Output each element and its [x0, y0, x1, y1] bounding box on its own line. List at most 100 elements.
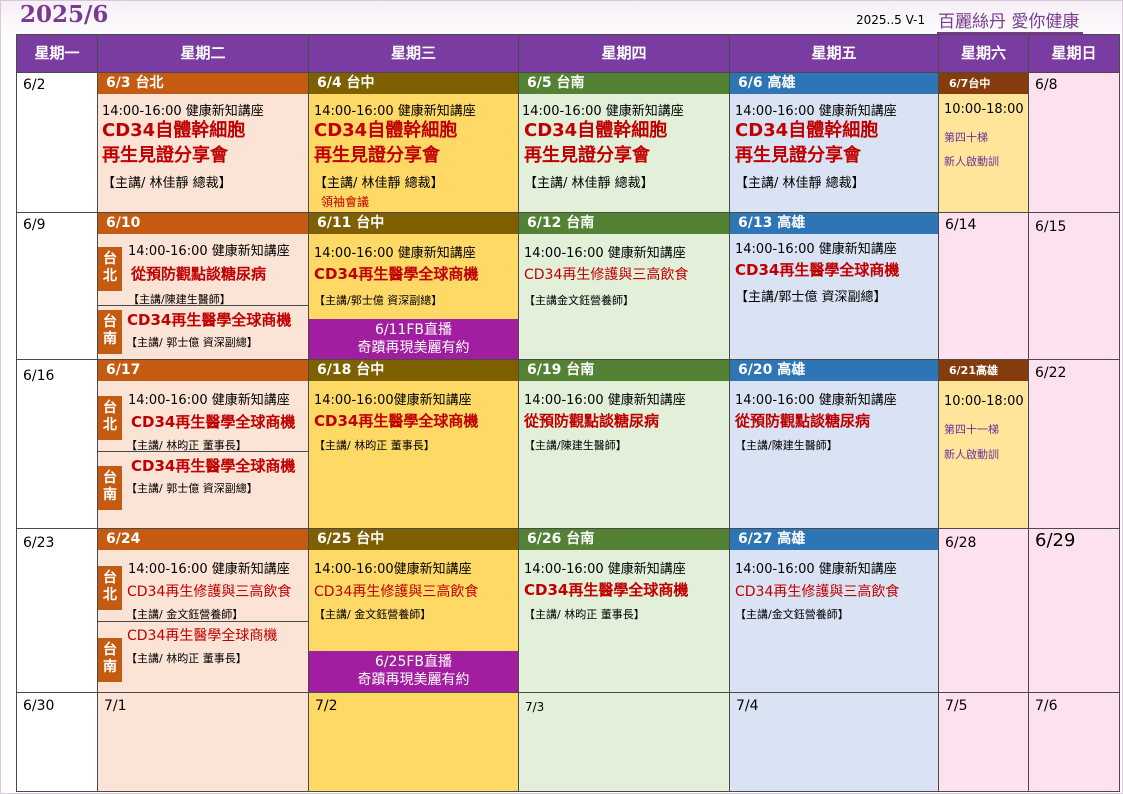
event-cell[interactable]: 6/18 台中 14:00-16:00健康新知講座 CD34再生醫學全球商機 【…: [308, 359, 519, 529]
event-date-bar: 6/19 台南: [519, 360, 729, 381]
day-cell[interactable]: 6/16: [16, 359, 98, 529]
date-label: 6/28: [945, 535, 977, 551]
event-speaker: 【主講/ 郭士億 資深副總】: [126, 336, 258, 349]
event-title: CD34再生修護與三高飲食: [314, 584, 479, 600]
divider: [98, 451, 308, 452]
event-date-bar: 6/24: [98, 529, 308, 550]
event-cell[interactable]: 6/10 台北 14:00-16:00 健康新知講座 從預防觀點談糖尿病 【主講…: [97, 212, 309, 360]
event-cell[interactable]: 6/7台中 10:00-18:00 第四十梯 新人啟動訓: [938, 72, 1029, 213]
weekday-header-sun: 星期日: [1028, 34, 1120, 73]
day-cell[interactable]: 6/2: [16, 72, 98, 213]
event-time: 14:00-16:00 健康新知講座: [128, 244, 290, 259]
day-cell[interactable]: 6/15: [1028, 212, 1120, 360]
event-cell[interactable]: 6/17 台北 14:00-16:00 健康新知講座 CD34再生醫學全球商機 …: [97, 359, 309, 529]
date-label: 7/3: [525, 700, 545, 714]
fb-live-banner[interactable]: 6/25FB直播 奇蹟再現美麗有約: [309, 651, 518, 692]
event-time: 14:00-16:00 健康新知講座: [524, 562, 686, 577]
event-time: 14:00-16:00 健康新知講座: [735, 104, 897, 119]
event-cell[interactable]: 6/21高雄 10:00-18:00 第四十一梯 新人啟動訓: [938, 359, 1029, 529]
event-speaker: 【主講/ 林佳靜 總裁】: [735, 176, 865, 191]
date-label: 6/16: [23, 368, 55, 384]
date-label: 6/2: [23, 77, 46, 93]
day-cell[interactable]: 6/29: [1028, 528, 1120, 693]
event-date-bar: 6/12 台南: [519, 213, 729, 234]
date-label: 7/5: [945, 698, 968, 714]
event-speaker: 【主講/ 金文鈺營養師】: [314, 608, 432, 621]
event-note: 領袖會議: [321, 195, 370, 209]
day-cell[interactable]: 6/28: [938, 528, 1029, 693]
fb-live-date: 6/25FB直播: [374, 654, 453, 670]
day-cell[interactable]: 7/6: [1028, 692, 1120, 792]
event-speaker: 【主講/ 林佳靜 總裁】: [524, 176, 654, 191]
date-label: 7/4: [736, 698, 759, 714]
event-date-bar: 6/3 台北: [98, 73, 308, 94]
event-title: 從預防觀點談糖尿病: [735, 412, 871, 430]
day-cell[interactable]: 6/8: [1028, 72, 1120, 213]
event-title: CD34再生修護與三高飲食: [127, 584, 292, 600]
weekday-header-tue: 星期二: [97, 34, 309, 73]
date-label: 6/22: [1035, 365, 1067, 381]
event-cell[interactable]: 6/6 高雄 14:00-16:00 健康新知講座 CD34自體幹細胞 再生見證…: [729, 72, 939, 213]
event-speaker: 【主講/ 林昀正 董事長】: [126, 652, 247, 665]
event-date-bar: 6/6 高雄: [730, 73, 938, 94]
day-cell[interactable]: 6/30: [16, 692, 98, 792]
day-cell[interactable]: 7/5: [938, 692, 1029, 792]
location-badge: 台北: [98, 247, 122, 291]
weekday-header-fri: 星期五: [729, 34, 939, 73]
event-cell[interactable]: 6/24 台北 14:00-16:00 健康新知講座 CD34再生修護與三高飲食…: [97, 528, 309, 693]
event-cell[interactable]: 6/11 台中 14:00-16:00 健康新知講座 CD34再生醫學全球商機 …: [308, 212, 519, 360]
day-cell[interactable]: 6/23: [16, 528, 98, 693]
event-title: CD34再生醫學全球商機: [314, 412, 479, 430]
weekday-header-thu: 星期四: [518, 34, 730, 73]
event-cell[interactable]: 6/4 台中 14:00-16:00 健康新知講座 CD34自體幹細胞 再生見證…: [308, 72, 519, 213]
date-label: 6/15: [1035, 219, 1067, 235]
event-date-bar: 6/20 高雄: [730, 360, 938, 381]
event-time: 14:00-16:00健康新知講座: [314, 393, 472, 408]
event-cell[interactable]: 6/3 台北 14:00-16:00 健康新知講座 CD34自體幹細胞 再生見證…: [97, 72, 309, 213]
day-cell[interactable]: 6/22: [1028, 359, 1120, 529]
event-date-bar: 6/5 台南: [519, 73, 729, 94]
date-label: 6/30: [23, 698, 55, 714]
event-cell[interactable]: 6/19 台南 14:00-16:00 健康新知講座 從預防觀點談糖尿病 【主講…: [518, 359, 730, 529]
event-subtitle: 新人啟動訓: [944, 155, 999, 168]
fb-live-banner[interactable]: 6/11FB直播 奇蹟再現美麗有約: [309, 319, 518, 359]
day-cell[interactable]: 6/9: [16, 212, 98, 360]
event-title: CD34再生修護與三高飲食: [735, 584, 900, 600]
weekday-header-mon: 星期一: [16, 34, 98, 73]
event-cell[interactable]: 6/12 台南 14:00-16:00 健康新知講座 CD34再生修護與三高飲食…: [518, 212, 730, 360]
event-speaker: 【主講/ 林佳靜 總裁】: [314, 176, 444, 191]
event-cell[interactable]: 6/25 台中 14:00-16:00健康新知講座 CD34再生修護與三高飲食 …: [308, 528, 519, 693]
event-cell[interactable]: 6/20 高雄 14:00-16:00 健康新知講座 從預防觀點談糖尿病 【主講…: [729, 359, 939, 529]
day-cell[interactable]: 7/2: [308, 692, 519, 792]
event-cell[interactable]: 6/27 高雄 14:00-16:00 健康新知講座 CD34再生修護與三高飲食…: [729, 528, 939, 693]
date-label: 6/9: [23, 217, 46, 233]
event-cell[interactable]: 6/13 高雄 14:00-16:00 健康新知講座 CD34再生醫學全球商機 …: [729, 212, 939, 360]
event-title: 再生見證分享會: [524, 145, 650, 166]
date-label: 6/14: [945, 217, 977, 233]
event-cell[interactable]: 6/26 台南 14:00-16:00 健康新知講座 CD34再生醫學全球商機 …: [518, 528, 730, 693]
event-date-bar: 6/26 台南: [519, 529, 729, 550]
event-time: 14:00-16:00 健康新知講座: [735, 562, 897, 577]
day-cell[interactable]: 6/14: [938, 212, 1029, 360]
weekday-header-sat: 星期六: [938, 34, 1029, 73]
event-speaker: 【主講金文鈺營養師】: [524, 294, 634, 307]
event-date-bar: 6/25 台中: [309, 529, 518, 550]
event-time: 10:00-18:00: [944, 394, 1024, 409]
day-cell[interactable]: 7/1: [97, 692, 309, 792]
date-label: 6/8: [1035, 77, 1058, 93]
brand-slogan: 百麗絲丹 愛你健康: [937, 7, 1084, 34]
event-speaker: 【主講/陳建生醫師】: [735, 439, 838, 452]
day-cell[interactable]: 7/3: [518, 692, 730, 792]
event-title: CD34再生醫學全球商機: [314, 265, 479, 283]
event-cell[interactable]: 6/5 台南 14:00-16:00 健康新知講座 CD34自體幹細胞 再生見證…: [518, 72, 730, 213]
event-title: 第四十梯: [944, 131, 988, 144]
day-cell[interactable]: 7/4: [729, 692, 939, 792]
event-time: 14:00-16:00 健康新知講座: [128, 393, 290, 408]
event-subtitle: 新人啟動訓: [944, 448, 999, 461]
event-date-bar: 6/27 高雄: [730, 529, 938, 550]
divider: [98, 621, 308, 622]
event-speaker: 【主講/郭士億 資深副總】: [314, 294, 443, 307]
event-title: 再生見證分享會: [735, 145, 861, 166]
event-time: 14:00-16:00 健康新知講座: [314, 246, 476, 261]
event-title: 第四十一梯: [944, 423, 999, 436]
